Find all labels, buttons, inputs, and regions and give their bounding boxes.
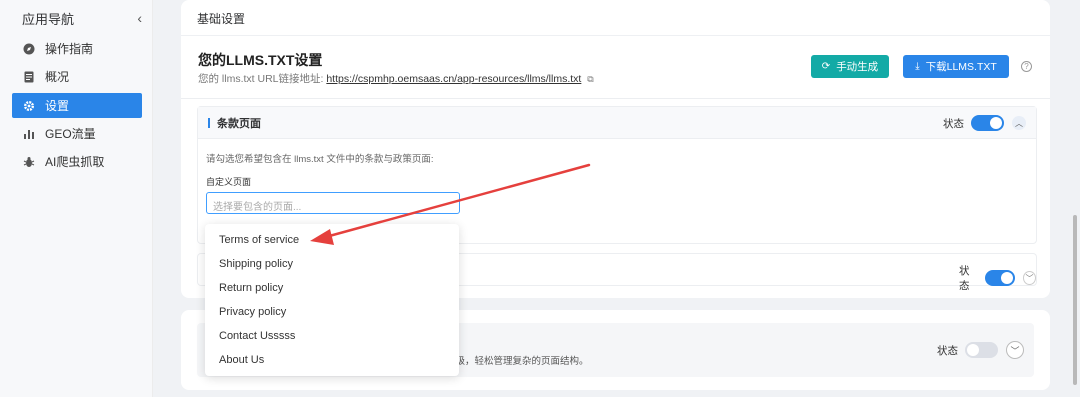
sidebar: 应用导航 ‹ 操作指南 概况 设置 GEO流量 AI爬虫抓取 bbox=[0, 0, 153, 397]
structure-status-toggle[interactable] bbox=[965, 342, 998, 358]
sidebar-item-guide[interactable]: 操作指南 bbox=[12, 36, 142, 61]
section-marker bbox=[208, 117, 210, 128]
custom-pages-select[interactable]: 选择要包含的页面... bbox=[206, 192, 460, 214]
chevron-up-icon[interactable]: ︿ bbox=[1012, 116, 1026, 130]
second-status-toggle[interactable] bbox=[985, 270, 1016, 286]
pages-dropdown: Terms of service Shipping policy Return … bbox=[205, 224, 459, 376]
generate-button[interactable]: ⟳ 手动生成 bbox=[811, 55, 889, 78]
structure-status: 状态 ﹀ bbox=[937, 341, 1024, 359]
status-label: 状态 bbox=[937, 344, 958, 357]
sidebar-item-settings[interactable]: 设置 bbox=[12, 93, 142, 118]
scrollbar[interactable] bbox=[1073, 215, 1077, 385]
terms-section-title: 条款页面 bbox=[217, 117, 261, 130]
sidebar-item-label: 设置 bbox=[45, 99, 70, 113]
dropdown-option[interactable]: Contact Usssss bbox=[205, 324, 459, 348]
sidebar-item-overview[interactable]: 概况 bbox=[12, 64, 142, 89]
structure-description: 层级，轻松管理复杂的页面结构。 bbox=[446, 356, 589, 367]
guide-icon bbox=[22, 42, 36, 56]
llms-url-line: 您的 llms.txt URL链接地址: https://cspmhp.oems… bbox=[198, 71, 594, 86]
bug-icon bbox=[22, 155, 36, 169]
card-title: 基础设置 bbox=[181, 0, 1050, 36]
divider bbox=[181, 98, 1050, 99]
status-label: 状态 bbox=[943, 117, 964, 130]
terms-status-toggle[interactable] bbox=[971, 115, 1004, 131]
sidebar-item-geo-traffic[interactable]: GEO流量 bbox=[12, 121, 142, 146]
chevron-down-icon[interactable]: ﹀ bbox=[1006, 341, 1024, 359]
dropdown-option[interactable]: Privacy policy bbox=[205, 300, 459, 324]
gear-icon bbox=[22, 99, 36, 113]
chevron-down-icon[interactable]: ﹀ bbox=[1023, 271, 1036, 285]
download-button[interactable]: ⤓ 下载LLMS.TXT bbox=[903, 55, 1009, 78]
sidebar-title: 应用导航 bbox=[22, 11, 75, 27]
dropdown-option[interactable]: Shipping policy bbox=[205, 252, 459, 276]
llms-title: 您的LLMS.TXT设置 bbox=[198, 52, 323, 68]
chevron-left-icon[interactable]: ‹ bbox=[137, 10, 142, 26]
terms-description: 请勾选您希望包含在 llms.txt 文件中的条款与政策页面: bbox=[206, 154, 434, 165]
sidebar-item-ai-crawler[interactable]: AI爬虫抓取 bbox=[12, 149, 142, 174]
sidebar-item-label: AI爬虫抓取 bbox=[45, 155, 105, 169]
bar-chart-icon bbox=[22, 127, 36, 141]
copy-icon[interactable]: ⧉ bbox=[587, 74, 593, 84]
custom-pages-label: 自定义页面 bbox=[206, 177, 252, 187]
dropdown-option[interactable]: Return policy bbox=[205, 276, 459, 300]
llms-url-label: 您的 llms.txt URL链接地址: bbox=[198, 73, 324, 85]
terms-status: 状态 ︿ bbox=[943, 115, 1026, 131]
sidebar-item-label: GEO流量 bbox=[45, 127, 96, 141]
download-icon: ⤓ bbox=[915, 61, 920, 72]
llms-url-link[interactable]: https://cspmhp.oemsaas.cn/app-resources/… bbox=[326, 73, 581, 85]
download-button-label: 下载LLMS.TXT bbox=[925, 61, 997, 73]
refresh-icon: ⟳ bbox=[821, 61, 831, 72]
document-icon bbox=[22, 70, 36, 84]
sidebar-header: 应用导航 ‹ bbox=[0, 0, 152, 36]
dropdown-option[interactable]: Terms of service bbox=[205, 228, 459, 252]
sidebar-item-label: 操作指南 bbox=[45, 42, 94, 56]
sidebar-item-label: 概况 bbox=[45, 70, 70, 84]
status-label: 状态 bbox=[959, 265, 970, 292]
dropdown-option[interactable]: About Us bbox=[205, 348, 459, 372]
terms-section-header[interactable]: 条款页面 状态 ︿ bbox=[198, 107, 1036, 139]
help-icon[interactable]: ? bbox=[1021, 61, 1032, 72]
generate-button-label: 手动生成 bbox=[836, 61, 879, 73]
second-status: 状态 ﹀ bbox=[959, 263, 1036, 293]
